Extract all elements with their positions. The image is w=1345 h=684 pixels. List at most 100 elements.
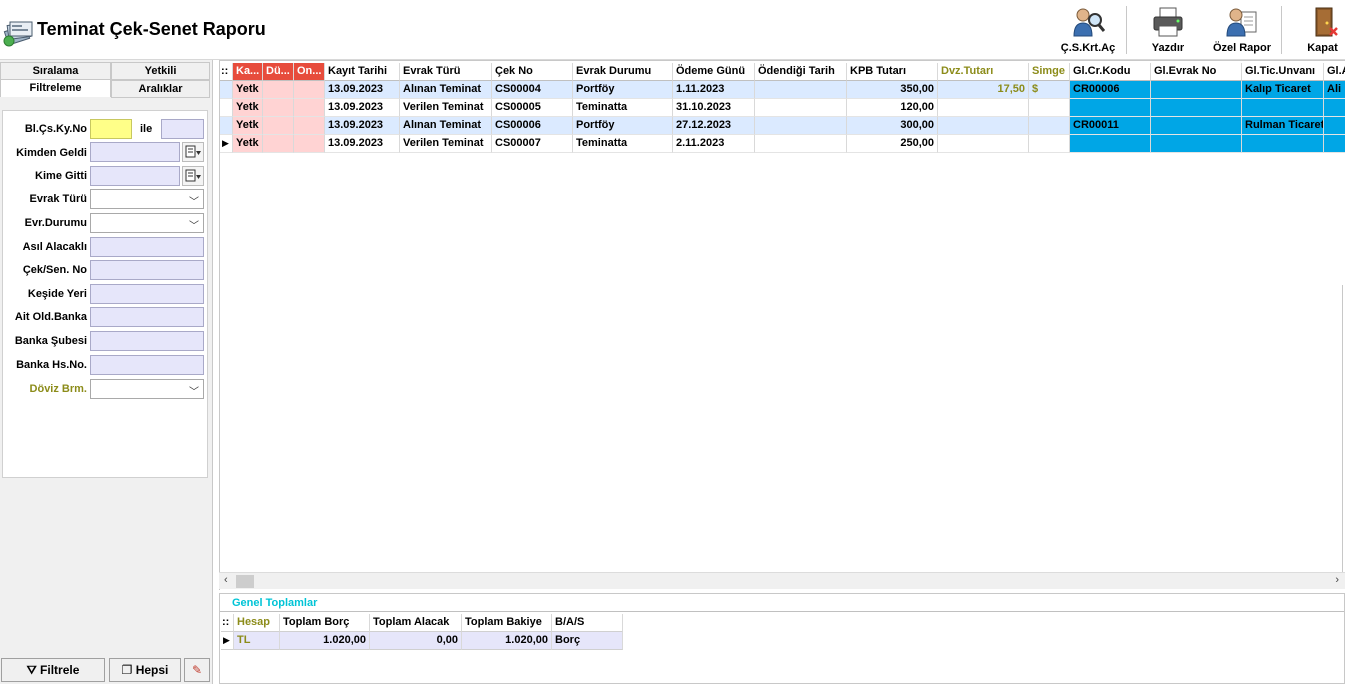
table-cell-gl-cr-kodu[interactable] xyxy=(1070,99,1151,117)
clear-filter-button[interactable]: ✎ xyxy=(184,658,210,682)
table-cell-ka[interactable]: Yetk xyxy=(233,81,263,99)
table-cell-gl-tic-unvani[interactable]: Kalıp Ticaret xyxy=(1242,81,1324,99)
table-cell-gl-a[interactable]: Ali xyxy=(1324,81,1345,99)
table-cell-evrak-durumu[interactable]: Teminatta xyxy=(573,135,673,153)
totals-header-toplam-borc[interactable]: Toplam Borç xyxy=(280,614,370,632)
table-cell-simge[interactable] xyxy=(1029,135,1070,153)
kimden-geldi-input[interactable] xyxy=(90,142,180,162)
table-cell-gl-evrak-no[interactable] xyxy=(1151,99,1242,117)
col-header-odeme-gunu[interactable]: Ödeme Günü xyxy=(673,63,755,81)
table-cell-kpb-tutari[interactable]: 250,00 xyxy=(847,135,938,153)
doviz-brm-select[interactable]: ﹀ xyxy=(90,379,204,399)
table-cell-odeme-gunu[interactable]: 1.11.2023 xyxy=(673,81,755,99)
table-cell-kpb-tutari[interactable]: 300,00 xyxy=(847,117,938,135)
row-indicator[interactable] xyxy=(220,117,233,135)
close-button[interactable]: Kapat xyxy=(1300,4,1345,56)
tab-filtreleme[interactable]: Filtreleme xyxy=(0,79,111,97)
table-cell-gl-cr-kodu[interactable]: CR00011 xyxy=(1070,117,1151,135)
table-cell-evrak-turu[interactable]: Verilen Teminat xyxy=(400,135,492,153)
table-cell-simge[interactable] xyxy=(1029,99,1070,117)
totals-row-indicator[interactable]: ▶ xyxy=(221,632,234,650)
table-cell-simge[interactable] xyxy=(1029,117,1070,135)
table-cell-odendigi-tarih[interactable] xyxy=(755,117,847,135)
hepsi-button[interactable]: ❐ Hepsi xyxy=(109,658,181,682)
table-cell-evrak-turu[interactable]: Verilen Teminat xyxy=(400,99,492,117)
table-cell-ka[interactable]: Yetk xyxy=(233,135,263,153)
table-cell-on[interactable] xyxy=(294,117,325,135)
asil-alacakli-input[interactable] xyxy=(90,237,204,257)
table-cell-odendigi-tarih[interactable] xyxy=(755,81,847,99)
table-cell-gl-evrak-no[interactable] xyxy=(1151,117,1242,135)
table-cell-dvz-tutari[interactable] xyxy=(938,117,1029,135)
table-cell-ka[interactable]: Yetk xyxy=(233,99,263,117)
table-cell-du[interactable] xyxy=(263,99,294,117)
table-cell-odeme-gunu[interactable]: 27.12.2023 xyxy=(673,117,755,135)
table-cell-odendigi-tarih[interactable] xyxy=(755,135,847,153)
print-button[interactable]: Yazdır xyxy=(1142,4,1194,56)
table-cell-ka[interactable]: Yetk xyxy=(233,117,263,135)
evr-durumu-select[interactable]: ﹀ xyxy=(90,213,204,233)
table-cell-gl-a[interactable] xyxy=(1324,99,1345,117)
table-cell-gl-cr-kodu[interactable]: CR00006 xyxy=(1070,81,1151,99)
table-cell-evrak-durumu[interactable]: Teminatta xyxy=(573,99,673,117)
table-cell-gl-tic-unvani[interactable] xyxy=(1242,135,1324,153)
table-cell-gl-a[interactable] xyxy=(1324,117,1345,135)
table-cell-kayit-tarihi[interactable]: 13.09.2023 xyxy=(325,81,400,99)
table-cell-odeme-gunu[interactable]: 31.10.2023 xyxy=(673,99,755,117)
row-indicator[interactable] xyxy=(220,99,233,117)
table-cell-kayit-tarihi[interactable]: 13.09.2023 xyxy=(325,117,400,135)
table-cell-cek-no[interactable]: CS00007 xyxy=(492,135,573,153)
table-cell-evrak-turu[interactable]: Alınan Teminat xyxy=(400,81,492,99)
scroll-left-icon[interactable]: ‹ xyxy=(224,574,228,586)
horizontal-scrollbar[interactable]: ‹ › xyxy=(219,572,1345,589)
totals-cell-hesap[interactable]: TL xyxy=(234,632,280,650)
bl-cs-ky-no-to-input[interactable] xyxy=(161,119,204,139)
table-cell-dvz-tutari[interactable] xyxy=(938,135,1029,153)
table-cell-du[interactable] xyxy=(263,135,294,153)
custom-report-button[interactable]: Özel Rapor xyxy=(1206,4,1278,56)
ait-old-banka-input[interactable] xyxy=(90,307,204,327)
table-cell-gl-evrak-no[interactable] xyxy=(1151,81,1242,99)
evrak-turu-select[interactable]: ﹀ xyxy=(90,189,204,209)
table-cell-dvz-tutari[interactable] xyxy=(938,99,1029,117)
table-cell-gl-cr-kodu[interactable] xyxy=(1070,135,1151,153)
totals-header-bas[interactable]: B/A/S xyxy=(552,614,623,632)
table-cell-evrak-turu[interactable]: Alınan Teminat xyxy=(400,117,492,135)
totals-cell-toplam-borc[interactable]: 1.020,00 xyxy=(280,632,370,650)
table-cell-kpb-tutari[interactable]: 120,00 xyxy=(847,99,938,117)
table-cell-on[interactable] xyxy=(294,81,325,99)
row-indicator[interactable] xyxy=(220,81,233,99)
col-header-cek-no[interactable]: Çek No xyxy=(492,63,573,81)
table-cell-on[interactable] xyxy=(294,99,325,117)
col-header-du[interactable]: Dü... xyxy=(263,63,294,81)
table-cell-cek-no[interactable]: CS00005 xyxy=(492,99,573,117)
totals-cell-bas[interactable]: Borç xyxy=(552,632,623,650)
col-header-evrak-turu[interactable]: Evrak Türü xyxy=(400,63,492,81)
col-header-gl-cr-kodu[interactable]: Gl.Cr.Kodu xyxy=(1070,63,1151,81)
table-cell-on[interactable] xyxy=(294,135,325,153)
banka-hs-no-input[interactable] xyxy=(90,355,204,375)
col-header-ka[interactable]: Ka... xyxy=(233,63,263,81)
tab-araliklar[interactable]: Aralıklar xyxy=(111,80,210,98)
banka-subesi-input[interactable] xyxy=(90,331,204,351)
scrollbar-thumb[interactable] xyxy=(236,575,254,588)
totals-header-toplam-alacak[interactable]: Toplam Alacak xyxy=(370,614,462,632)
table-cell-du[interactable] xyxy=(263,117,294,135)
filtrele-button[interactable]: ⛛ Filtrele xyxy=(1,658,105,682)
table-cell-gl-a[interactable] xyxy=(1324,135,1345,153)
col-header-kayit-tarihi[interactable]: Kayıt Tarihi xyxy=(325,63,400,81)
table-cell-gl-evrak-no[interactable] xyxy=(1151,135,1242,153)
table-cell-cek-no[interactable]: CS00006 xyxy=(492,117,573,135)
tab-yetkili[interactable]: Yetkili xyxy=(111,62,210,80)
totals-header-hesap[interactable]: Hesap xyxy=(234,614,280,632)
col-header-on[interactable]: On... xyxy=(294,63,325,81)
kime-gitti-input[interactable] xyxy=(90,166,180,186)
table-cell-odendigi-tarih[interactable] xyxy=(755,99,847,117)
table-cell-dvz-tutari[interactable]: 17,50 xyxy=(938,81,1029,99)
table-cell-odeme-gunu[interactable]: 2.11.2023 xyxy=(673,135,755,153)
table-cell-evrak-durumu[interactable]: Portföy xyxy=(573,117,673,135)
table-cell-simge[interactable]: $ xyxy=(1029,81,1070,99)
totals-header-toplam-bakiye[interactable]: Toplam Bakiye xyxy=(462,614,552,632)
col-header-simge[interactable]: Simge xyxy=(1029,63,1070,81)
current-row-indicator[interactable]: ▶ xyxy=(220,135,233,153)
